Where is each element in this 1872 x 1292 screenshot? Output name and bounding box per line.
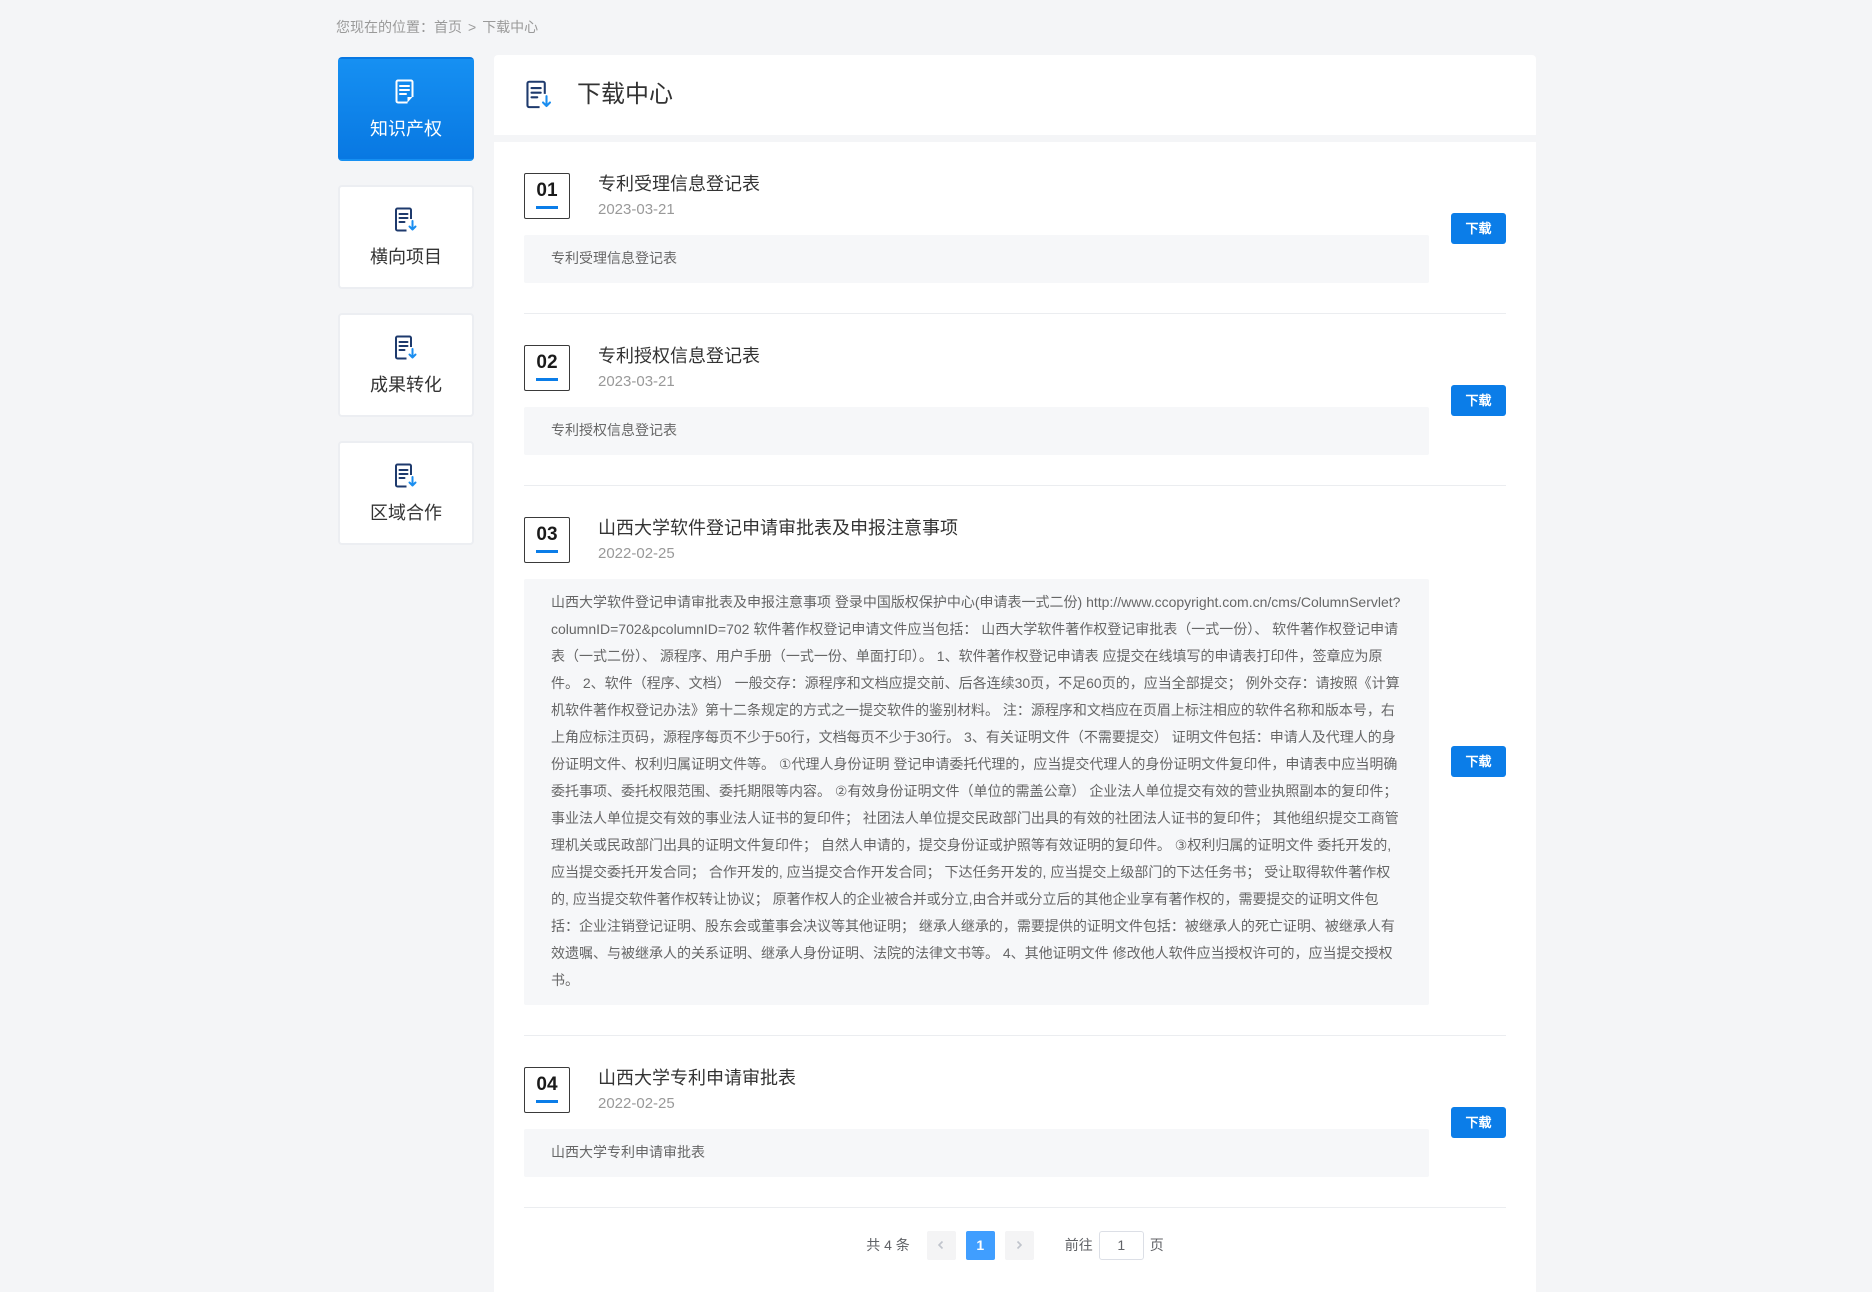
item-number-underline [536,1100,558,1103]
document-download-icon [394,335,418,361]
download-item-content: 02 专利授权信息登记表 2023-03-21 专利授权信息登记表 [524,345,1429,455]
item-date: 2023-03-21 [598,201,675,218]
pagination-page-1[interactable]: 1 [965,1230,995,1260]
download-button[interactable]: 下载 [1451,745,1506,777]
download-item: 03 山西大学软件登记申请审批表及申报注意事项 2022-02-25 山西大学软… [524,486,1506,1036]
download-item-content: 01 专利受理信息登记表 2023-03-21 专利受理信息登记表 [524,173,1429,283]
download-item-header: 01 专利受理信息登记表 2023-03-21 [524,173,1429,219]
page-header: 下载中心 [494,55,1536,135]
item-title-block: 专利授权信息登记表 2023-03-21 [598,344,760,392]
download-item: 01 专利受理信息登记表 2023-03-21 专利受理信息登记表 下载 [524,142,1506,314]
item-number-badge: 03 [524,517,570,563]
download-item: 04 山西大学专利申请审批表 2022-02-25 山西大学专利申请审批表 下载 [524,1036,1506,1208]
sidebar-item-achievement-transfer[interactable]: 成果转化 [338,313,474,417]
download-button[interactable]: 下载 [1451,212,1506,244]
item-description: 专利授权信息登记表 [524,407,1429,455]
item-title-block: 山西大学专利申请审批表 2022-02-25 [598,1066,796,1114]
chevron-right-icon [1014,1240,1024,1250]
item-description: 山西大学专利申请审批表 [524,1129,1429,1177]
pagination-prev-button[interactable] [926,1230,956,1260]
item-title-link[interactable]: 山西大学专利申请审批表 [598,1066,796,1090]
pagination-goto-input[interactable] [1098,1230,1144,1260]
item-date: 2023-03-21 [598,373,675,390]
item-number: 03 [536,524,558,545]
document-download-icon [525,80,553,110]
item-description: 山西大学软件登记申请审批表及申报注意事项 登录中国版权保护中心(申请表一式二份)… [524,579,1429,1005]
sidebar-item-label: 横向项目 [370,246,442,267]
item-date: 2022-02-25 [598,1095,675,1112]
breadcrumb-prefix: 您现在的位置： [336,19,434,35]
item-title-link[interactable]: 专利受理信息登记表 [598,172,760,196]
breadcrumb-home-link[interactable]: 首页 [434,19,462,35]
download-item-content: 03 山西大学软件登记申请审批表及申报注意事项 2022-02-25 山西大学软… [524,517,1429,1005]
sidebar: 知识产权 横向项目 成果转化 区域合作 [338,57,474,569]
pagination-next-button[interactable] [1004,1230,1034,1260]
download-item: 02 专利授权信息登记表 2023-03-21 专利授权信息登记表 下载 [524,314,1506,486]
item-number: 02 [536,352,558,373]
breadcrumb-current: 下载中心 [482,19,539,35]
breadcrumb-separator: > [468,19,477,35]
item-title-link[interactable]: 专利授权信息登记表 [598,344,760,368]
item-title-link[interactable]: 山西大学软件登记申请审批表及申报注意事项 [598,516,958,540]
item-description: 专利受理信息登记表 [524,235,1429,283]
download-list: 01 专利受理信息登记表 2023-03-21 专利受理信息登记表 下载 02 … [494,142,1536,1292]
document-download-icon [394,207,418,233]
item-number-badge: 01 [524,173,570,219]
item-date: 2022-02-25 [598,545,675,562]
download-button[interactable]: 下载 [1451,1106,1506,1138]
pagination-goto-suffix: 页 [1149,1237,1164,1253]
item-number-underline [536,378,558,381]
breadcrumb: 您现在的位置：首页 > 下载中心 [336,16,538,38]
chevron-left-icon [936,1240,946,1250]
item-number-badge: 02 [524,345,570,391]
item-number-badge: 04 [524,1067,570,1113]
item-number: 01 [536,180,558,201]
item-number-underline [536,206,558,209]
pagination-total: 共 4 条 [866,1237,910,1253]
item-number: 04 [536,1074,558,1095]
sidebar-item-label: 知识产权 [370,118,442,139]
document-download-icon [394,463,418,489]
sidebar-item-label: 成果转化 [370,374,442,395]
download-item-header: 02 专利授权信息登记表 2023-03-21 [524,345,1429,391]
download-button[interactable]: 下载 [1451,384,1506,416]
download-item-header: 04 山西大学专利申请审批表 2022-02-25 [524,1067,1429,1113]
sidebar-item-intellectual-property[interactable]: 知识产权 [338,57,474,161]
pagination-goto-label: 前往 [1064,1237,1093,1253]
page-title: 下载中心 [577,81,673,108]
sidebar-item-label: 区域合作 [370,502,442,523]
sidebar-item-regional-cooperation[interactable]: 区域合作 [338,441,474,545]
document-icon [394,79,418,105]
item-title-block: 专利受理信息登记表 2023-03-21 [598,172,760,220]
sidebar-item-horizontal-projects[interactable]: 横向项目 [338,185,474,289]
item-title-block: 山西大学软件登记申请审批表及申报注意事项 2022-02-25 [598,516,958,564]
download-item-content: 04 山西大学专利申请审批表 2022-02-25 山西大学专利申请审批表 [524,1067,1429,1177]
pagination: 共 4 条 1 前往 页 [524,1230,1506,1260]
item-number-underline [536,550,558,553]
download-item-header: 03 山西大学软件登记申请审批表及申报注意事项 2022-02-25 [524,517,1429,563]
